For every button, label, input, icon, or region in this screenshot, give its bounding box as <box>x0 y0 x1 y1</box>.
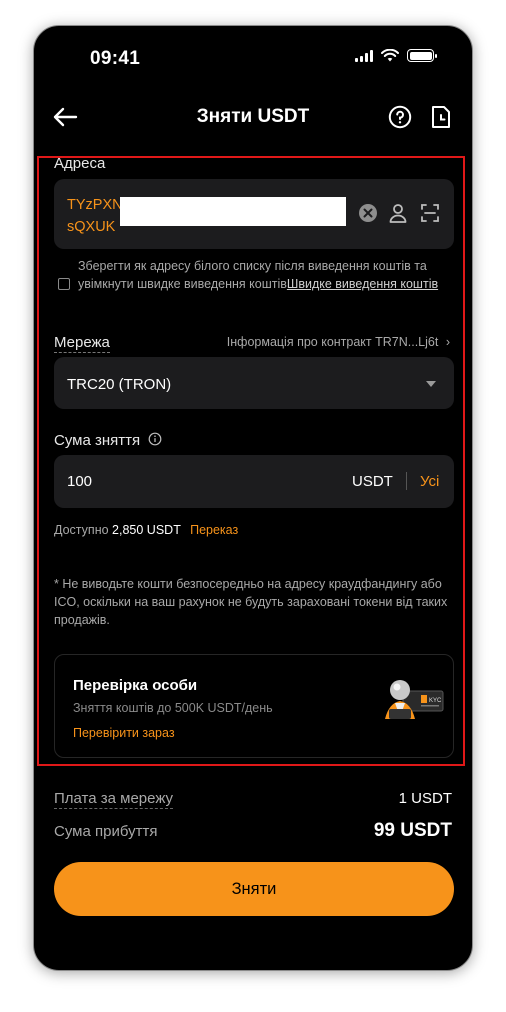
withdraw-button[interactable]: Зняти <box>54 862 454 916</box>
scan-qr-icon[interactable] <box>420 203 440 223</box>
network-label[interactable]: Мережа <box>54 334 110 353</box>
address-value[interactable]: TYzPXN sQXUK <box>67 194 123 238</box>
kyc-subtitle: Зняття коштів до 500K USDT/день <box>73 701 273 715</box>
network-fee-label[interactable]: Плата за мережу <box>54 790 174 809</box>
divider <box>406 472 407 490</box>
warning-text: * Не виводьте кошти безпосередньо на адр… <box>54 577 448 627</box>
fast-withdrawal-link[interactable]: Швидке виведення коштів <box>287 277 438 291</box>
kyc-illustration-icon: KYC <box>385 680 444 719</box>
history-icon[interactable] <box>430 105 452 129</box>
kyc-card[interactable]: Перевірка особи Зняття коштів до 500K US… <box>54 654 454 758</box>
amount-label: Сума зняття <box>54 432 162 449</box>
address-book-icon[interactable] <box>388 202 408 224</box>
redaction-block <box>120 197 346 226</box>
address-label: Адреса <box>54 155 106 172</box>
kyc-title: Перевірка особи <box>73 677 198 694</box>
arrival-amount-value: 99 USDT <box>373 820 452 841</box>
status-icons <box>355 49 437 62</box>
whitelist-text: Зберегти як адресу білого списку після в… <box>78 259 439 291</box>
phone-frame: 09:41 Зняти USDT Адреса TYzPXN sQXUK Збе… <box>33 25 473 971</box>
network-selected: TRC20 (TRON) <box>67 376 172 393</box>
status-time: 09:41 <box>90 48 141 69</box>
max-button[interactable]: Усі <box>420 473 439 490</box>
amount-unit: USDT <box>352 473 393 490</box>
available-balance: Доступно 2,850 USDT Переказ <box>54 523 239 537</box>
whitelist-checkbox[interactable] <box>58 278 70 290</box>
svg-text:KYC: KYC <box>429 698 442 704</box>
amount-input[interactable] <box>54 455 454 508</box>
network-fee-value: 1 USDT <box>398 790 452 807</box>
verify-now-link[interactable]: Перевірити зараз <box>73 726 175 740</box>
battery-icon <box>407 49 437 62</box>
contract-info-link[interactable]: Інформація про контракт TR7N...Lj6t › <box>227 335 450 349</box>
help-icon[interactable] <box>388 105 412 129</box>
cellular-signal-icon <box>355 49 373 62</box>
wifi-icon <box>381 49 399 62</box>
amount-value[interactable]: 100 <box>67 473 92 490</box>
available-value: 2,850 USDT <box>112 523 181 537</box>
caret-down-icon <box>426 381 436 387</box>
info-icon[interactable] <box>148 432 162 446</box>
chevron-right-icon: › <box>445 335 450 349</box>
clear-icon[interactable] <box>358 203 378 223</box>
transfer-link[interactable]: Переказ <box>190 523 238 537</box>
arrival-amount-label: Сума прибуття <box>54 823 158 840</box>
